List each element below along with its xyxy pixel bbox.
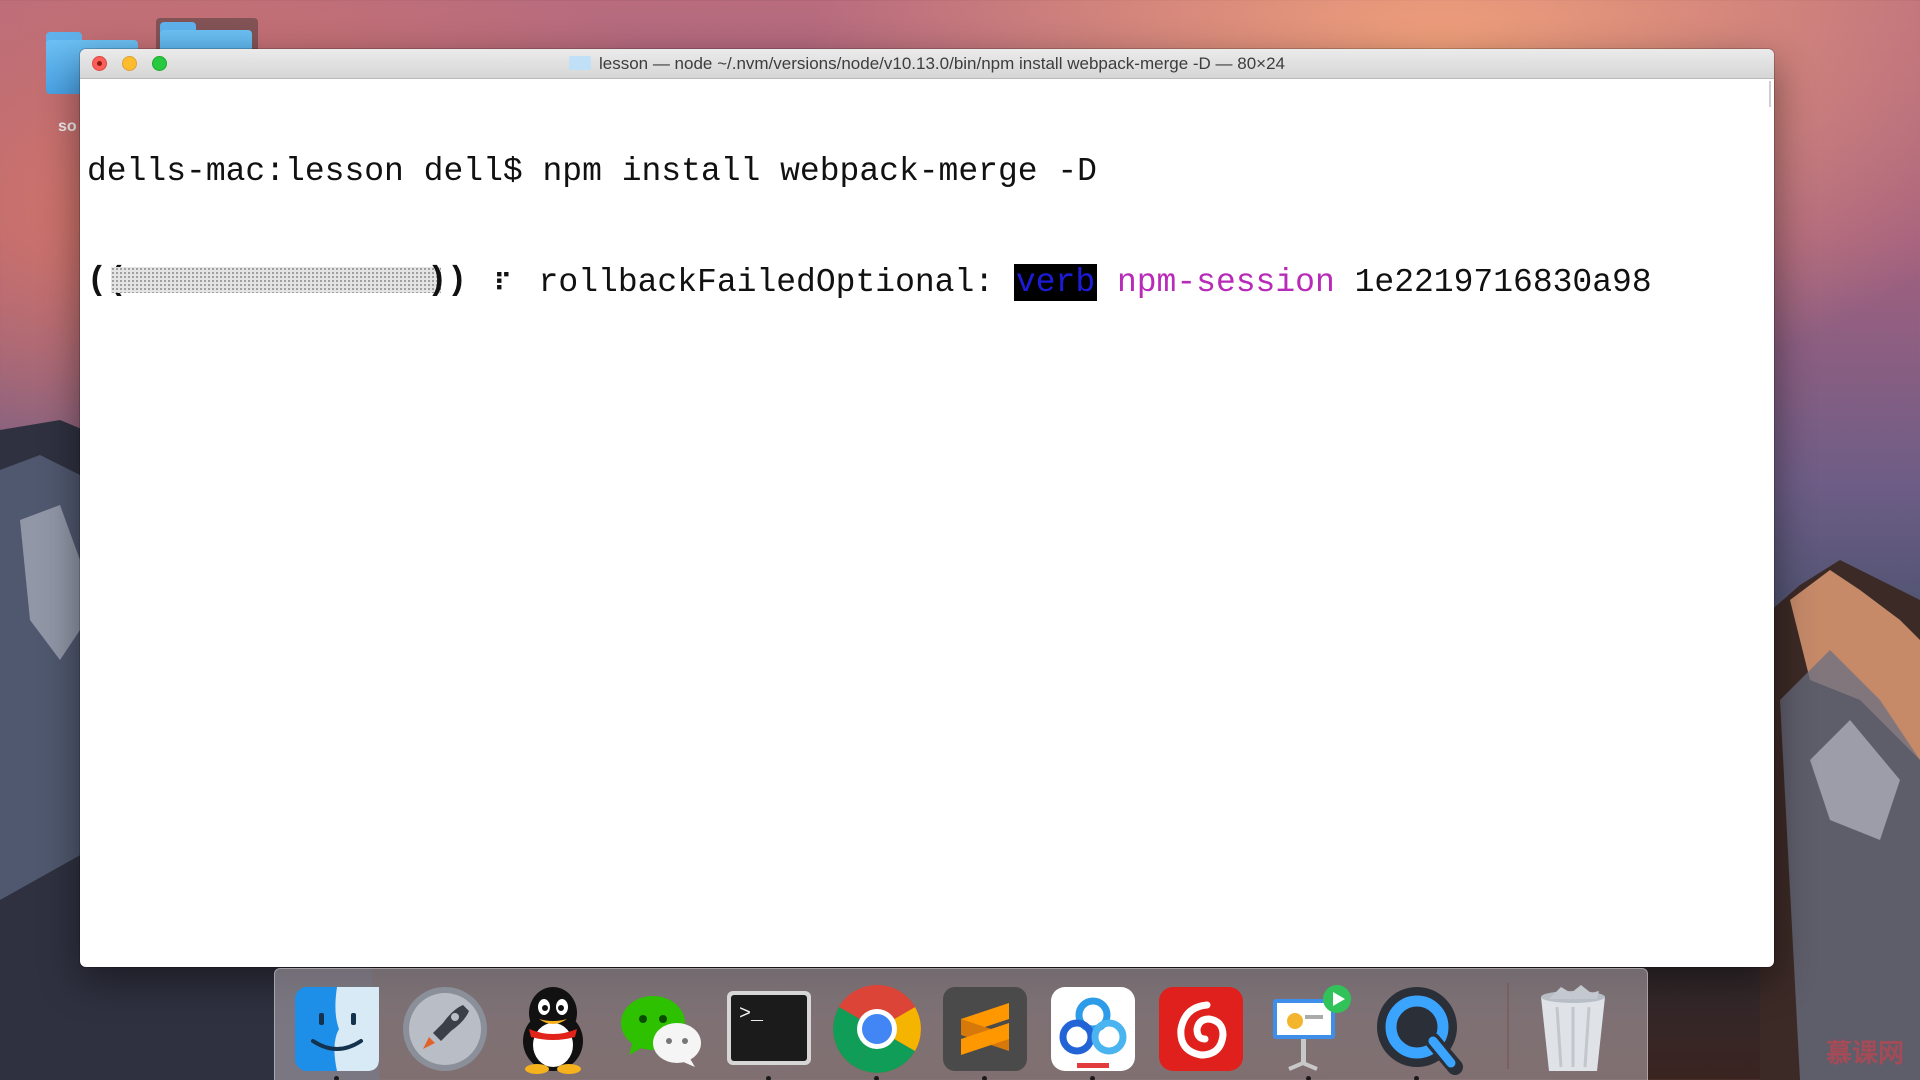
terminal-app-icon[interactable]: >_	[723, 983, 815, 1080]
netease-music-icon[interactable]	[1155, 983, 1247, 1075]
dock: >_	[274, 968, 1648, 1080]
spinner-icon: ⠏	[494, 272, 512, 299]
quicktime-icon[interactable]	[1371, 983, 1463, 1080]
running-indicator	[874, 1076, 879, 1080]
log-level-badge: verb	[1013, 264, 1098, 301]
running-indicator	[1306, 1076, 1311, 1080]
window-titlebar[interactable]: lesson — node ~/.nvm/versions/node/v10.1…	[80, 49, 1774, 79]
shell-prompt: dells-mac:lesson dell$	[87, 153, 543, 190]
session-id: 1e2219716830a98	[1354, 264, 1652, 301]
sublime-text-icon[interactable]	[939, 983, 1031, 1080]
chrome-icon[interactable]	[831, 983, 923, 1080]
window-title: lesson — node ~/.nvm/versions/node/v10.1…	[80, 49, 1774, 78]
typed-command: npm install webpack-merge -D	[542, 153, 1097, 190]
progress-close-bracket: ))	[427, 262, 467, 300]
npm-progress-bar: (())	[87, 262, 467, 299]
qq-icon[interactable]	[507, 983, 599, 1075]
keynote-icon[interactable]	[1263, 983, 1355, 1080]
terminal-output[interactable]: dells-mac:lesson dell$ npm install webpa…	[87, 79, 1767, 375]
npm-stage: rollbackFailedOptional:	[518, 264, 1014, 301]
folder-icon	[568, 56, 591, 70]
watermark: 慕课网	[1825, 1038, 1904, 1068]
trash-icon[interactable]	[1527, 983, 1619, 1075]
running-indicator	[766, 1076, 771, 1080]
dock-separator	[1507, 983, 1509, 1069]
terminal-scrollbar[interactable]	[1769, 81, 1771, 107]
session-label: npm-session	[1116, 264, 1335, 301]
running-indicator	[982, 1076, 987, 1080]
progress-track	[111, 267, 441, 294]
running-indicator	[1414, 1076, 1419, 1080]
launchpad-icon[interactable]	[399, 983, 491, 1075]
desktop-folder-label: so	[58, 118, 77, 135]
baidu-netdisk-icon[interactable]	[1047, 983, 1139, 1080]
terminal-line-command: dells-mac:lesson dell$ npm install webpa…	[87, 153, 1767, 190]
terminal-prompt-glyph: >_	[739, 1003, 764, 1026]
running-indicator	[334, 1076, 339, 1080]
running-indicator	[1090, 1076, 1095, 1080]
finder-icon[interactable]	[291, 983, 383, 1080]
wechat-icon[interactable]	[615, 983, 707, 1075]
window-title-text: lesson — node ~/.nvm/versions/node/v10.1…	[598, 54, 1286, 73]
terminal-line-progress: (()) ⠏ rollbackFailedOptional: verb npm-…	[87, 262, 1767, 301]
terminal-window[interactable]: lesson — node ~/.nvm/versions/node/v10.1…	[80, 49, 1774, 967]
